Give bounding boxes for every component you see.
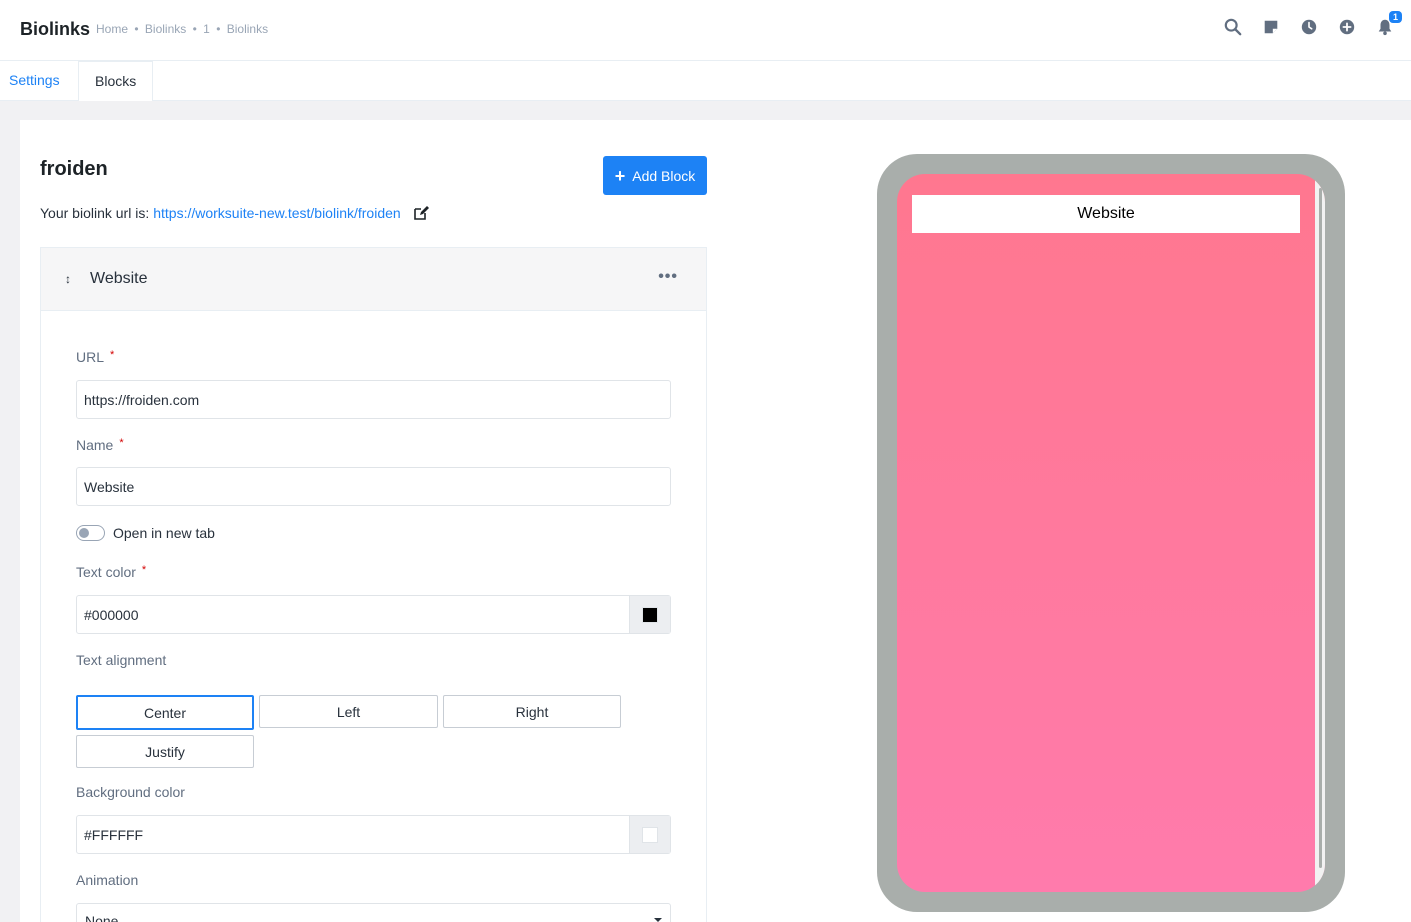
top-icons: 1 (1223, 11, 1402, 37)
align-justify-button[interactable]: Justify (76, 735, 254, 768)
edit-icon[interactable] (413, 205, 429, 221)
bg-color-picker[interactable] (629, 816, 670, 853)
bell-icon[interactable]: 1 (1375, 11, 1402, 37)
align-left-button[interactable]: Left (259, 695, 438, 728)
text-color-field (76, 595, 671, 634)
bg-color-swatch (642, 826, 658, 843)
breadcrumb-separator: • (216, 22, 221, 36)
breadcrumb-separator: • (134, 22, 139, 36)
breadcrumb-biolinks[interactable]: Biolinks (145, 22, 186, 36)
plus-icon: + (614, 165, 626, 186)
block-panel: ↕ Website ••• URL * Name * Open in new tab… (40, 247, 707, 922)
text-color-swatch (642, 606, 658, 623)
text-color-label-text: Text color (76, 564, 136, 580)
preview-scrollbar[interactable] (1315, 174, 1325, 892)
toggle-knob (79, 528, 89, 538)
add-block-button[interactable]: + Add Block (603, 156, 707, 195)
tab-blocks[interactable]: Blocks (78, 61, 154, 101)
breadcrumb-current: Biolinks (226, 22, 269, 36)
biolink-url-label: Your biolink url is: (40, 205, 150, 221)
notification-badge: 1 (1388, 11, 1402, 23)
more-options-icon[interactable]: ••• (658, 268, 678, 286)
animation-select[interactable]: None (76, 903, 671, 922)
required-mark: * (110, 349, 115, 361)
open-new-tab-toggle[interactable] (76, 525, 105, 541)
app-title: Biolinks (20, 19, 91, 39)
animation-select-value: None (85, 913, 119, 922)
tabs-bar: Settings Blocks (0, 61, 1411, 101)
preview-link-button[interactable]: Website (912, 195, 1300, 233)
page-title: froiden (40, 158, 108, 180)
breadcrumb-id[interactable]: 1 (203, 22, 210, 36)
url-input[interactable] (76, 380, 671, 419)
animation-label: Animation (76, 872, 139, 888)
bg-color-field (76, 815, 671, 854)
text-color-label: Text color * (76, 564, 146, 580)
text-color-picker[interactable] (629, 596, 670, 633)
add-circle-icon[interactable] (1337, 17, 1357, 37)
open-new-tab-label: Open in new tab (113, 525, 215, 541)
url-label: URL * (76, 349, 114, 365)
add-block-label: Add Block (632, 167, 696, 184)
top-bar: Biolinks Home • Biolinks • 1 • Biolinks … (0, 0, 1411, 61)
chevron-down-icon (654, 918, 662, 922)
name-label-text: Name (76, 437, 114, 453)
phone-preview-frame: Website (877, 154, 1345, 912)
url-label-text: URL (76, 349, 105, 365)
tab-settings[interactable]: Settings (0, 61, 76, 101)
sticky-note-icon[interactable] (1261, 17, 1281, 37)
open-new-tab-row: Open in new tab (76, 525, 215, 541)
align-right-button[interactable]: Right (443, 695, 621, 728)
bg-color-input[interactable] (77, 816, 629, 853)
align-center-button[interactable]: Center (76, 695, 254, 730)
breadcrumb-home[interactable]: Home (96, 22, 128, 36)
search-icon[interactable] (1223, 17, 1243, 37)
text-color-input[interactable] (77, 596, 629, 633)
name-input[interactable] (76, 467, 671, 506)
biolink-url-link[interactable]: https://worksuite-new.test/biolink/froid… (153, 205, 400, 221)
required-mark: * (119, 437, 124, 449)
phone-preview-screen: Website (897, 174, 1325, 892)
name-label: Name * (76, 437, 124, 453)
block-header[interactable]: ↕ Website ••• (41, 248, 706, 311)
bg-color-label: Background color (76, 784, 185, 800)
drag-handle-icon[interactable]: ↕ (65, 272, 71, 286)
required-mark: * (141, 564, 147, 576)
breadcrumb-separator: • (192, 22, 197, 36)
preview-scrollbar-thumb[interactable] (1319, 188, 1322, 868)
breadcrumb: Home • Biolinks • 1 • Biolinks (96, 22, 271, 36)
text-alignment-label: Text alignment (76, 652, 167, 668)
block-title: Website (90, 270, 148, 287)
biolink-url-row: Your biolink url is: https://worksuite-n… (40, 205, 429, 221)
clock-icon[interactable] (1299, 17, 1319, 37)
